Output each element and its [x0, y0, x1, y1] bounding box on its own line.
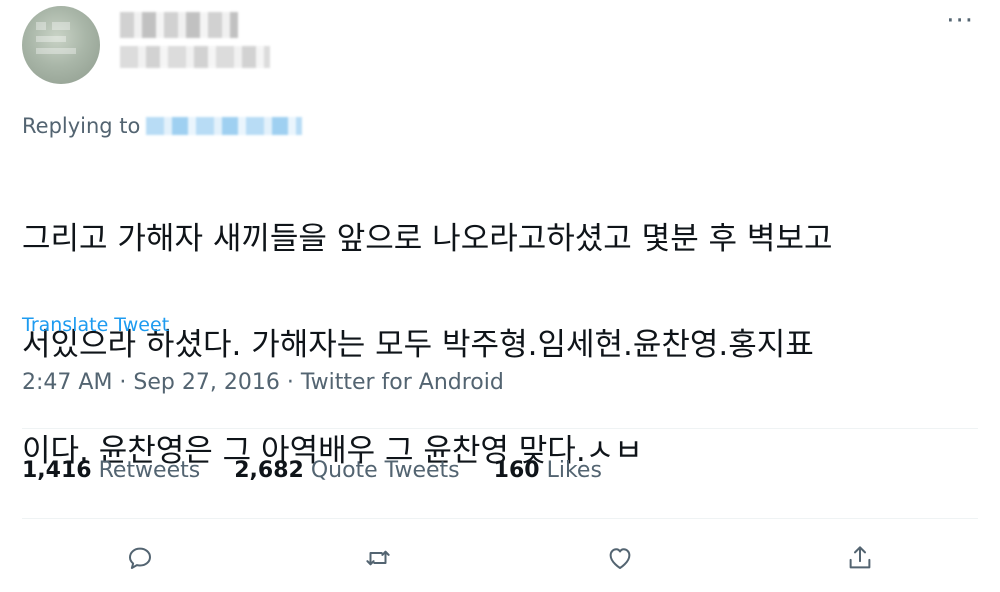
likes-stat[interactable]: 160 Likes: [494, 458, 602, 483]
avatar-detail: [52, 22, 70, 30]
avatar-detail: [36, 36, 66, 42]
translate-tweet-link[interactable]: Translate Tweet: [22, 314, 169, 336]
replying-to: Replying to: [22, 114, 303, 138]
author-handle-redacted[interactable]: [120, 46, 270, 68]
retweets-label: Retweets: [98, 458, 201, 483]
share-button[interactable]: [838, 536, 882, 580]
quote-tweets-stat[interactable]: 2,682 Quote Tweets: [234, 458, 459, 483]
tweet-timestamp[interactable]: 2:47 AM · Sep 27, 2016 · Twitter for And…: [22, 370, 504, 395]
retweets-count: 1,416: [22, 458, 92, 483]
quote-tweets-count: 2,682: [234, 458, 304, 483]
author-name-redacted[interactable]: [120, 12, 238, 38]
share-icon: [849, 546, 871, 569]
retweets-stat[interactable]: 1,416 Retweets: [22, 458, 200, 483]
avatar-detail: [36, 22, 46, 30]
retweet-button[interactable]: [356, 536, 400, 580]
likes-label: Likes: [546, 458, 602, 483]
tweet-text-line: 그리고 가해자 새끼들을 앞으로 나오라고하셨고 몇분 후 벽보고: [22, 221, 833, 257]
more-options-button[interactable]: ···: [946, 8, 974, 34]
replying-handle-redacted[interactable]: [146, 117, 303, 135]
avatar[interactable]: [22, 6, 100, 84]
heart-icon: [609, 548, 631, 569]
quote-tweets-label: Quote Tweets: [310, 458, 460, 483]
likes-count: 160: [493, 458, 540, 483]
replying-label: Replying to: [22, 114, 141, 138]
retweet-icon: [366, 550, 390, 566]
reply-button[interactable]: [118, 536, 162, 580]
divider: [22, 518, 978, 519]
divider: [22, 428, 978, 429]
reply-icon: [129, 547, 151, 569]
avatar-detail: [36, 48, 76, 54]
tweet-stats: 1,416 Retweets 2,682 Quote Tweets 160 Li…: [22, 458, 602, 483]
like-button[interactable]: [598, 536, 642, 580]
tweet-actions: [0, 536, 1000, 582]
